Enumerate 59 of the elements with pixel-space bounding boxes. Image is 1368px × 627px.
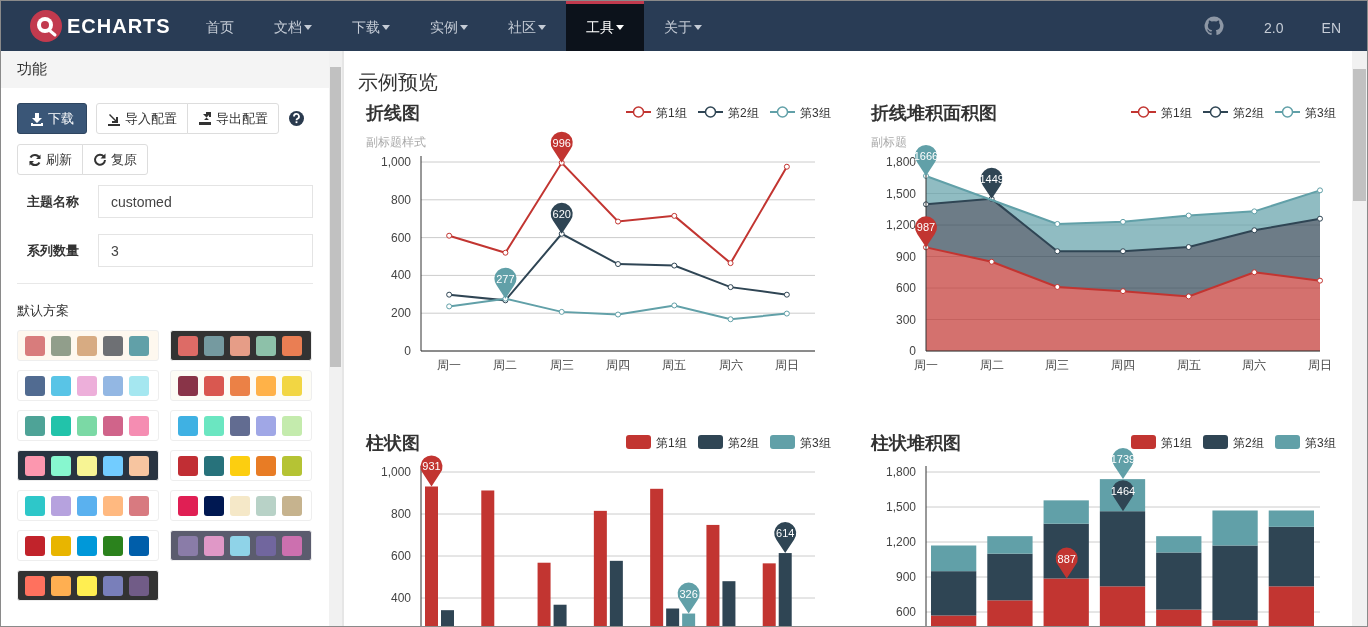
axis-label: 400 [390, 591, 411, 605]
axis-label: 1,200 [885, 535, 916, 549]
pin-label: 620 [552, 207, 571, 220]
axis-label: 周四 [606, 358, 630, 372]
pin-label: 1464 [1110, 485, 1136, 498]
axis-label: 周日 [774, 358, 799, 372]
axis-label: 1,000 [380, 155, 411, 169]
logo-text: ECHARTS [67, 14, 171, 38]
pin-label: 614 [776, 527, 795, 540]
chart-subtitle: 副标题 [871, 135, 907, 149]
axis-label: 1,800 [885, 465, 916, 479]
field-label: 主题名称 [26, 192, 80, 211]
axis-label: 周二 [493, 358, 518, 372]
axis-label: 1,200 [885, 218, 916, 232]
pin-label: 1739 [1110, 453, 1136, 466]
axis-label: 0 [404, 344, 411, 358]
axis-label: 600 [895, 281, 916, 295]
axis-label: 周四 [1111, 358, 1135, 372]
page-title: 示例预览 [358, 70, 439, 95]
axis-label: 900 [895, 249, 916, 264]
axis-label: 周三 [1045, 358, 1070, 372]
pin-label: 277 [496, 272, 515, 285]
axis-label: 周六 [1242, 358, 1267, 372]
axis-label: 1,000 [380, 465, 411, 479]
chart-title: 折线图 [366, 103, 420, 123]
pin-label: 931 [422, 460, 441, 473]
axis-label: 600 [895, 605, 916, 619]
pin-label: 996 [552, 136, 571, 149]
axis-label: 900 [895, 570, 916, 584]
axis-label: 600 [390, 230, 411, 245]
panel-title: 功能 [17, 60, 47, 79]
chart-title: 柱状堆积图 [871, 433, 961, 453]
section-title: 默认方案 [17, 302, 70, 320]
axis-label: 周三 [549, 358, 574, 372]
axis-label: 800 [390, 507, 411, 521]
chart-title: 折线堆积面积图 [871, 103, 997, 123]
axis-label: 周五 [662, 358, 687, 372]
axis-label: 周二 [979, 358, 1004, 372]
axis-label: 周五 [1176, 358, 1201, 372]
axis-label: 300 [895, 312, 916, 327]
axis-label: 周日 [1308, 358, 1332, 372]
pin-label: 326 [679, 587, 698, 600]
axis-label: 400 [390, 268, 411, 283]
field-label: 系列数量 [26, 241, 80, 260]
chart-title: 柱状图 [366, 433, 420, 453]
pin-label: 987 [916, 221, 936, 234]
axis-label: 600 [390, 549, 411, 563]
axis-label: 周一 [914, 358, 938, 372]
pin-label: 1449 [979, 172, 1004, 185]
axis-label: 800 [390, 192, 411, 207]
chart-subtitle: 副标题样式 [366, 135, 426, 149]
pin-label: 887 [1057, 552, 1076, 565]
axis-label: 200 [390, 306, 411, 321]
axis-label: 周六 [718, 358, 743, 372]
axis-label: 1,500 [885, 186, 916, 201]
axis-label: 1,800 [885, 155, 916, 169]
axis-label: 1,500 [885, 500, 916, 514]
axis-label: 0 [909, 344, 916, 358]
axis-label: 周一 [437, 358, 462, 372]
